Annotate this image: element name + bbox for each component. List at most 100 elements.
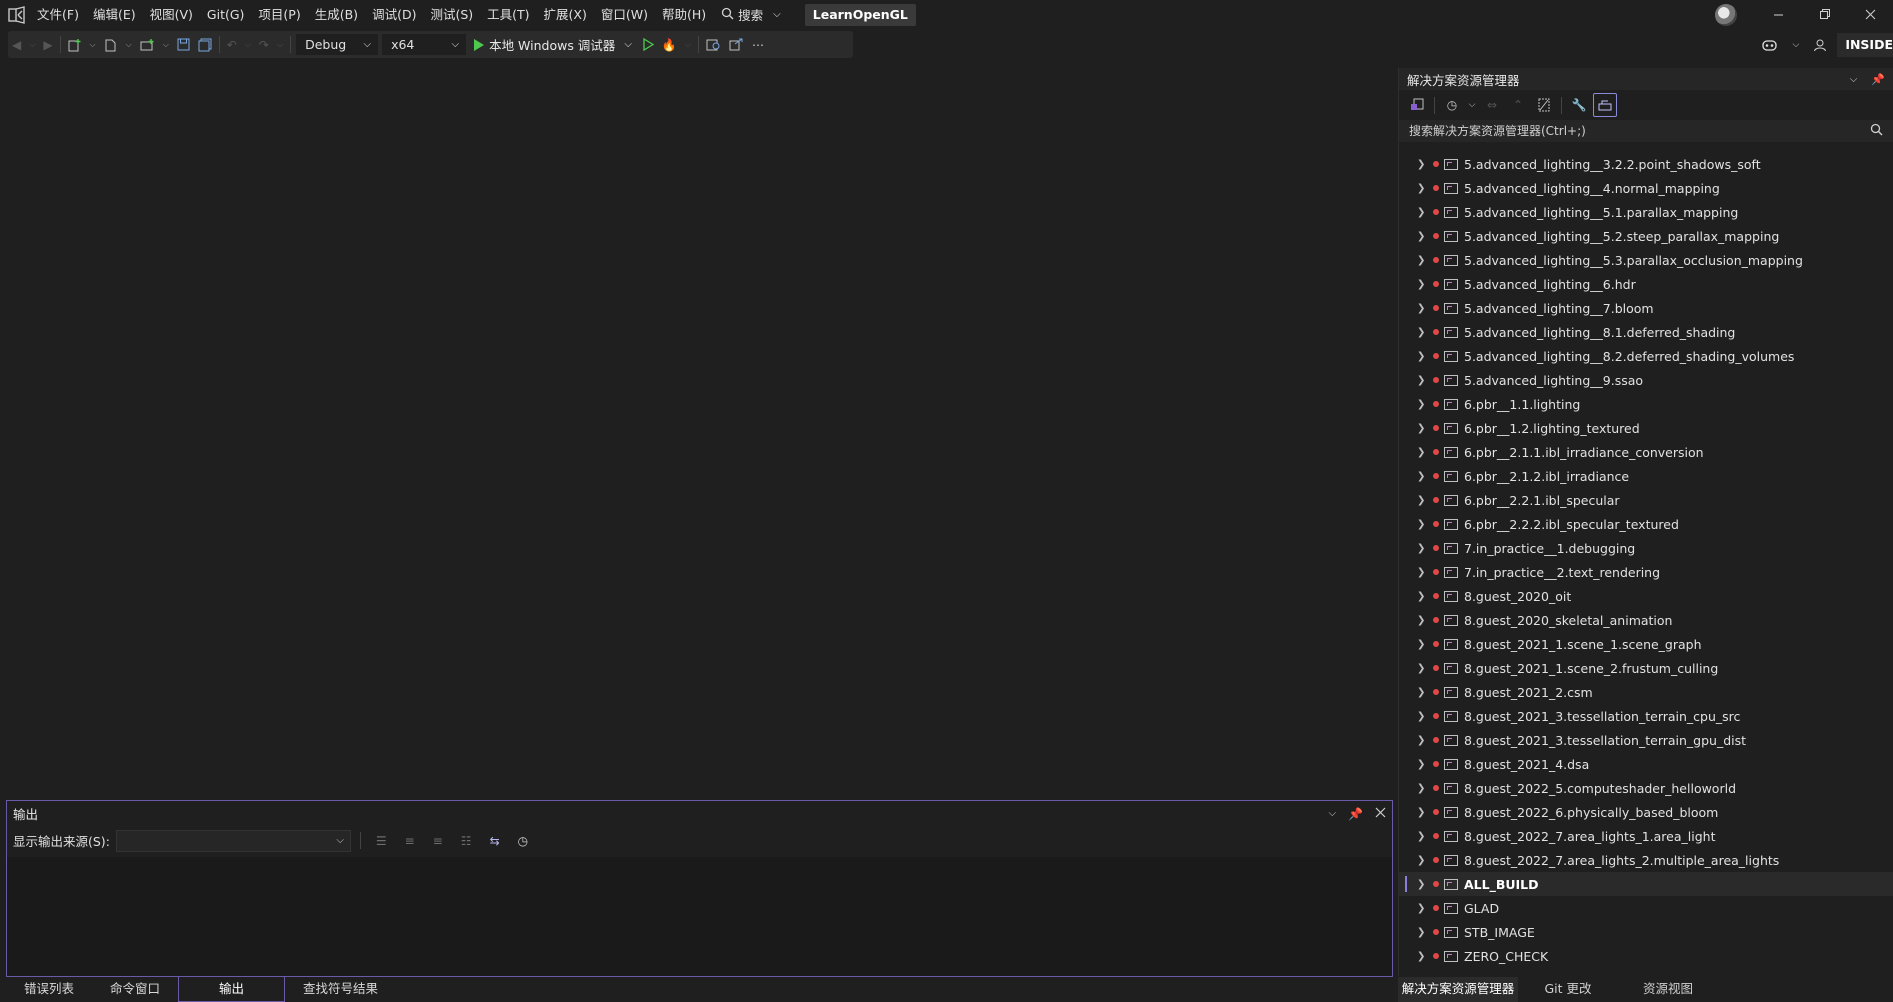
chevron-down-icon[interactable]: ⌵ xyxy=(159,31,173,58)
navigate-back-icon[interactable]: ◀ xyxy=(8,31,25,58)
chevron-down-icon[interactable]: ⌵ xyxy=(624,39,632,50)
menu-item[interactable]: 文件(F) xyxy=(30,0,86,29)
chevron-right-icon[interactable]: ❯ xyxy=(1417,327,1427,338)
tree-item-project[interactable]: ❯ 5.advanced_lighting__3.2.2.point_shadow… xyxy=(1399,152,1893,176)
new-project-icon[interactable] xyxy=(64,31,86,58)
menu-item[interactable]: 扩展(X) xyxy=(537,0,594,29)
tree-item-project[interactable]: ❯ 8.guest_2021_1.scene_1.scene_graph xyxy=(1399,632,1893,656)
properties-wrench-icon[interactable]: 🔧 xyxy=(1567,93,1591,117)
menu-item[interactable]: 生成(B) xyxy=(308,0,365,29)
pin-icon[interactable]: 📌 xyxy=(1871,73,1885,86)
chevron-right-icon[interactable]: ❯ xyxy=(1417,639,1427,650)
add-item-icon[interactable] xyxy=(136,31,159,58)
chevron-right-icon[interactable]: ❯ xyxy=(1417,711,1427,722)
maximize-button[interactable] xyxy=(1801,0,1847,29)
tree-item-project[interactable]: ❯ ALL_BUILD xyxy=(1399,872,1893,896)
tree-item-project[interactable]: ❯ 8.guest_2020_oit xyxy=(1399,584,1893,608)
pending-changes-filter-icon[interactable]: ◷ xyxy=(1440,93,1464,117)
avatar[interactable] xyxy=(1715,3,1737,26)
undo-icon[interactable]: ↶ xyxy=(223,31,241,58)
navigate-forward-icon[interactable]: ▶ xyxy=(39,31,56,58)
tree-item-project[interactable]: ❯ 6.pbr__1.1.lighting xyxy=(1399,392,1893,416)
open-file-icon[interactable] xyxy=(100,31,122,58)
chevron-right-icon[interactable]: ❯ xyxy=(1417,447,1427,458)
chevron-right-icon[interactable]: ❯ xyxy=(1417,495,1427,506)
live-share-icon[interactable] xyxy=(725,31,748,58)
bottom-tab[interactable]: 查找符号结果 xyxy=(285,977,396,1002)
save-all-icon[interactable] xyxy=(194,31,216,58)
tree-item-project[interactable]: ❯ 6.pbr__2.2.2.ibl_specular_textured xyxy=(1399,512,1893,536)
previous-message-icon[interactable]: ≡ xyxy=(399,834,421,848)
solution-search-box[interactable] xyxy=(1399,120,1893,142)
preview-selected-items-icon[interactable] xyxy=(1593,93,1617,117)
more-options-icon[interactable]: ⋯ xyxy=(748,31,768,58)
start-without-debugging-icon[interactable] xyxy=(638,31,658,58)
chevron-right-icon[interactable]: ❯ xyxy=(1417,375,1427,386)
tree-item-project[interactable]: ❯ 6.pbr__2.1.1.ibl_irradiance_conversion xyxy=(1399,440,1893,464)
menu-item[interactable]: 项目(P) xyxy=(251,0,307,29)
chevron-right-icon[interactable]: ❯ xyxy=(1417,687,1427,698)
tree-item-project[interactable]: ❯ ZERO_CHECK xyxy=(1399,944,1893,968)
chevron-down-icon[interactable]: ⌵ xyxy=(25,31,39,58)
chevron-down-icon[interactable]: ⌵ xyxy=(1788,31,1803,58)
chevron-right-icon[interactable]: ❯ xyxy=(1417,303,1427,314)
tree-item-project[interactable]: ❯ 6.pbr__2.2.1.ibl_specular xyxy=(1399,488,1893,512)
solution-panel-tab[interactable]: Git 更改 xyxy=(1518,977,1618,1002)
tree-item-project[interactable]: ❯ 7.in_practice__2.text_rendering xyxy=(1399,560,1893,584)
chevron-down-icon[interactable]: ⌵ xyxy=(86,31,100,58)
collapse-all-icon[interactable]: ⌃ xyxy=(1506,93,1530,117)
minimize-button[interactable] xyxy=(1755,0,1801,29)
tree-item-project[interactable]: ❯ 5.advanced_lighting__5.2.steep_parallax… xyxy=(1399,224,1893,248)
switch-views-icon[interactable] xyxy=(1405,93,1429,117)
chevron-right-icon[interactable]: ❯ xyxy=(1417,159,1427,170)
chevron-right-icon[interactable]: ❯ xyxy=(1417,927,1427,938)
menu-item[interactable]: 调试(D) xyxy=(365,0,423,29)
tree-item-project[interactable]: ❯ 8.guest_2021_1.scene_2.frustum_culling xyxy=(1399,656,1893,680)
chevron-right-icon[interactable]: ❯ xyxy=(1417,231,1427,242)
word-wrap-icon[interactable]: ⇆ xyxy=(484,834,506,848)
tree-item-project[interactable]: ❯ 8.guest_2022_7.area_lights_2.multiple_a… xyxy=(1399,848,1893,872)
chevron-right-icon[interactable]: ❯ xyxy=(1417,567,1427,578)
pin-icon[interactable]: 📌 xyxy=(1348,807,1363,821)
chevron-right-icon[interactable]: ❯ xyxy=(1417,543,1427,554)
account-icon[interactable] xyxy=(1809,31,1831,58)
tree-item-project[interactable]: ❯ 8.guest_2020_skeletal_animation xyxy=(1399,608,1893,632)
close-icon[interactable] xyxy=(1375,807,1386,821)
chevron-right-icon[interactable]: ❯ xyxy=(1417,615,1427,626)
chevron-right-icon[interactable]: ❯ xyxy=(1417,663,1427,674)
chevron-down-icon[interactable]: ⌵ xyxy=(122,31,136,58)
next-message-icon[interactable]: ≡ xyxy=(427,834,449,848)
chevron-right-icon[interactable]: ❯ xyxy=(1417,807,1427,818)
tree-item-project[interactable]: ❯ 8.guest_2022_7.area_lights_1.area_light xyxy=(1399,824,1893,848)
chevron-down-icon[interactable]: ⌵ xyxy=(273,31,287,58)
chevron-right-icon[interactable]: ❯ xyxy=(1417,423,1427,434)
menu-item[interactable]: 视图(V) xyxy=(143,0,200,29)
menu-item[interactable]: 测试(S) xyxy=(423,0,480,29)
tree-item-project[interactable]: ❯ 5.advanced_lighting__9.ssao xyxy=(1399,368,1893,392)
tree-item-project[interactable]: ❯ 8.guest_2021_4.dsa xyxy=(1399,752,1893,776)
tree-item-project[interactable]: ❯ 6.pbr__2.1.2.ibl_irradiance xyxy=(1399,464,1893,488)
tree-item-project[interactable]: ❯ 8.guest_2022_6.physically_based_bloom xyxy=(1399,800,1893,824)
clear-all-icon[interactable]: ☷ xyxy=(455,834,478,848)
solution-panel-tab[interactable]: 资源视图 xyxy=(1618,977,1718,1002)
find-in-files-icon[interactable] xyxy=(702,31,725,58)
close-button[interactable] xyxy=(1847,0,1893,29)
show-all-files-icon[interactable] xyxy=(1532,93,1556,117)
chevron-down-icon[interactable]: ⌵ xyxy=(1466,93,1478,117)
chevron-right-icon[interactable]: ❯ xyxy=(1417,903,1427,914)
menu-item[interactable]: 编辑(E) xyxy=(86,0,143,29)
chevron-right-icon[interactable]: ❯ xyxy=(1417,279,1427,290)
menu-search[interactable]: 搜索 ⌵ xyxy=(713,0,789,29)
tree-item-project[interactable]: ❯ GLAD xyxy=(1399,896,1893,920)
chevron-right-icon[interactable]: ❯ xyxy=(1417,471,1427,482)
start-debugging-button[interactable]: 本地 Windows 调试器 ⌵ xyxy=(468,31,638,58)
bottom-tab[interactable]: 错误列表 xyxy=(6,977,92,1002)
platform-select[interactable]: x64 ⌵ xyxy=(382,34,467,55)
chevron-right-icon[interactable]: ❯ xyxy=(1417,855,1427,866)
tree-item-project[interactable]: ❯ 5.advanced_lighting__5.1.parallax_mappi… xyxy=(1399,200,1893,224)
solution-panel-tab[interactable]: 解决方案资源管理器 xyxy=(1398,977,1518,1002)
bottom-tab[interactable]: 输出 xyxy=(178,977,286,1002)
tree-item-project[interactable]: ❯ 8.guest_2022_5.computeshader_helloworld xyxy=(1399,776,1893,800)
tree-item-project[interactable]: ❯ 5.advanced_lighting__6.hdr xyxy=(1399,272,1893,296)
tree-item-project[interactable]: ❯ 5.advanced_lighting__8.1.deferred_shadi… xyxy=(1399,320,1893,344)
